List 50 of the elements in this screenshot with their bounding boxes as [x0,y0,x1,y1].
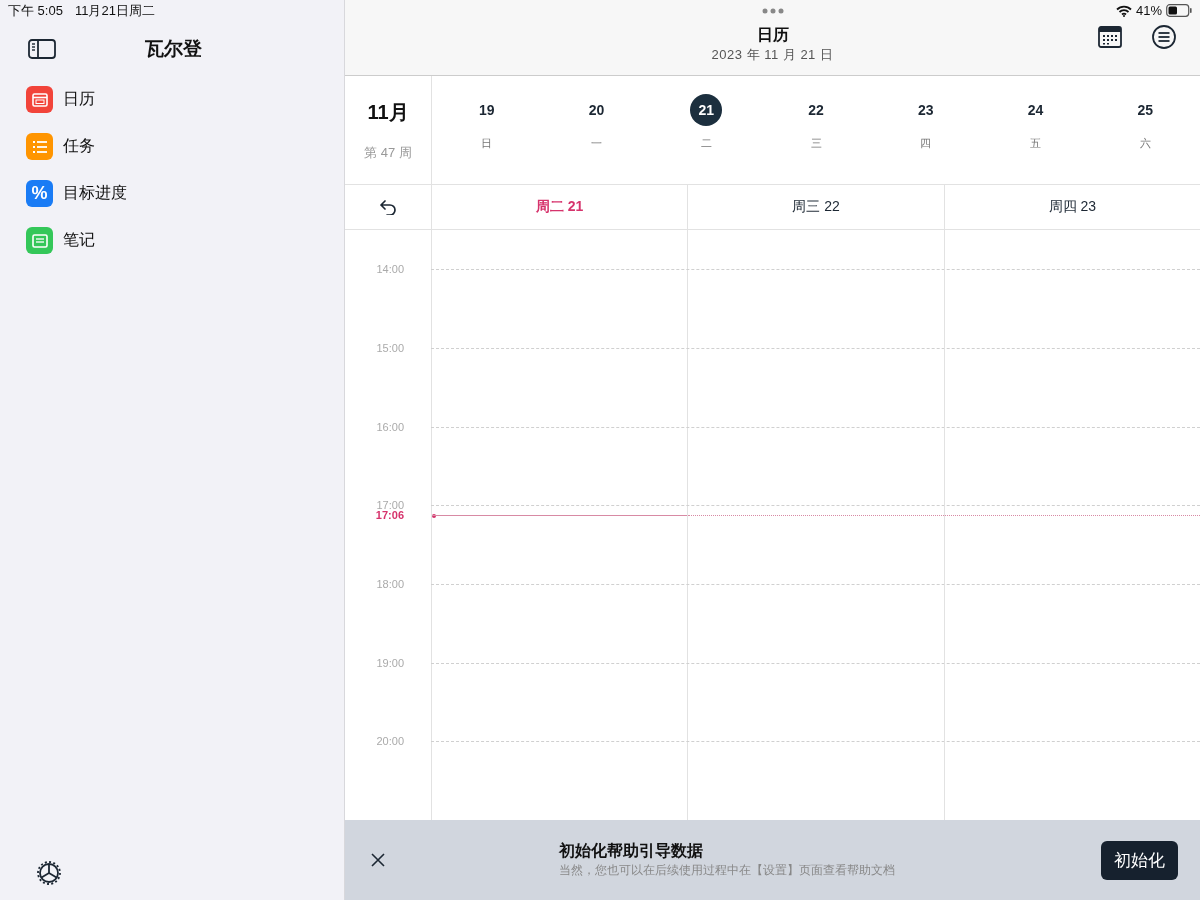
hour-label: 18:00 [376,577,404,590]
menu-icon[interactable] [1152,25,1176,49]
current-time-label: 17:06 [375,509,404,522]
wifi-icon [1115,4,1132,17]
battery-icon [1166,4,1192,17]
day-number[interactable]: 19 [470,94,503,126]
weekday-label: 一 [591,136,603,151]
page-title: 日历 [756,24,789,45]
hour-label: 15:00 [376,341,404,354]
initialize-button[interactable]: 初始化 [1101,840,1178,880]
weekday-label: 六 [1139,136,1151,151]
sidebar-title: 瓦尔登 [145,37,202,61]
hour-label: 19:00 [376,656,404,669]
weekday-label: 三 [810,136,822,151]
weekday-label: 五 [1029,136,1041,151]
sidebar-toggle-icon[interactable] [28,39,56,59]
current-time-dot [432,514,436,519]
week-number: 第 47 周 [364,143,412,162]
percent-icon[interactable]: % [26,180,53,207]
weekday-label: 日 [481,136,493,151]
status-time: 下午 5:05 [8,2,63,20]
banner-subtitle: 当然，您也可以在后续使用过程中在【设置】页面查看帮助文档 [559,862,896,879]
sidebar-item[interactable]: 目标进度 [63,183,127,204]
hour-label: 16:00 [376,420,404,433]
page-subtitle: 2023 年 11 月 21 日 [711,45,834,64]
hour-label: 20:00 [376,735,404,748]
day-column-header[interactable]: 周二 21 [535,198,584,216]
banner-title: 初始化帮助引导数据 [559,841,704,861]
calendar-icon[interactable] [1098,26,1122,48]
day-number[interactable]: 21 [690,94,723,126]
weekday-label: 四 [920,136,932,151]
multitasking-icon[interactable] [761,8,784,14]
hour-label: 14:00 [376,263,404,276]
sidebar-item[interactable]: 任务 [63,136,95,157]
sidebar-item[interactable]: 日历 [63,89,95,110]
settings-icon[interactable] [36,860,62,886]
month-label: 11月 [367,99,409,125]
back-icon[interactable] [379,199,397,215]
day-number[interactable]: 25 [1129,94,1162,126]
day-column-header[interactable]: 周三 22 [792,198,840,216]
day-number[interactable]: 20 [580,94,613,126]
day-column-header[interactable]: 周四 23 [1048,198,1097,216]
status-date: 11月21日周二 [74,2,155,20]
day-number[interactable]: 22 [800,94,832,126]
day-number[interactable]: 23 [909,94,942,126]
weekday-label: 二 [700,136,712,151]
hour-label: 17:00 [376,499,404,512]
sidebar-item[interactable]: 笔记 [63,230,95,251]
day-number[interactable]: 24 [1019,94,1052,126]
battery-percent: 41% [1135,3,1162,18]
